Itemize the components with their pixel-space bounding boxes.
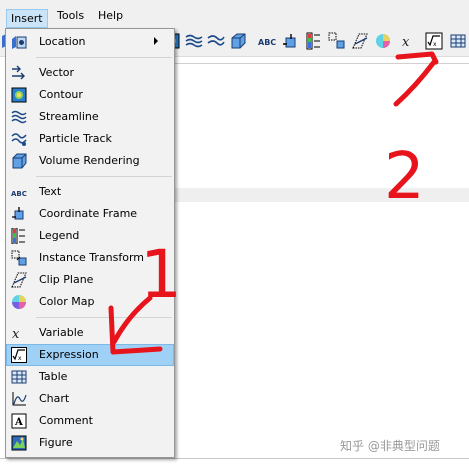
instance-transform-icon[interactable]: [328, 32, 346, 50]
legend-icon[interactable]: [305, 32, 323, 50]
menu-item-label: Color Map: [39, 295, 95, 308]
menu-tools[interactable]: Tools: [57, 9, 84, 22]
menu-item-label: Location: [39, 35, 86, 48]
svg-text:x: x: [12, 327, 20, 341]
menu-item-color-map[interactable]: Color Map: [6, 291, 174, 313]
menu-item-label: Particle Track: [39, 132, 112, 145]
menu-item-volume-rendering[interactable]: Volume Rendering: [6, 150, 174, 172]
comment-icon: A: [11, 413, 27, 429]
menu-item-table[interactable]: Table: [6, 366, 174, 388]
menu-item-coordinate-frame[interactable]: Coordinate Frame: [6, 203, 174, 225]
menu-item-label: Comment: [39, 414, 93, 427]
expression-icon[interactable]: x: [425, 32, 443, 50]
coordinate-frame-icon[interactable]: [282, 32, 300, 50]
menu-insert[interactable]: Insert: [6, 9, 48, 28]
menu-item-vector[interactable]: Vector: [6, 62, 174, 84]
svg-text:ABC: ABC: [11, 190, 27, 198]
menu-item-contour[interactable]: Contour: [6, 84, 174, 106]
contour-icon: [11, 87, 27, 103]
menu-item-label: Volume Rendering: [39, 154, 140, 167]
menu-item-clip-plane[interactable]: Clip Plane: [6, 269, 174, 291]
table-icon: [11, 370, 27, 384]
submenu-arrow-icon: [154, 37, 158, 45]
chart-icon: [12, 392, 27, 406]
svg-text:x: x: [18, 355, 22, 362]
menu-item-legend[interactable]: Legend: [6, 225, 174, 247]
menu-item-text[interactable]: ABC Text: [6, 181, 174, 203]
menu-item-figure[interactable]: Figure: [6, 432, 174, 454]
menu-separator: [36, 57, 172, 58]
text-icon[interactable]: ABC: [258, 32, 276, 50]
vector-icon: [12, 65, 25, 80]
menu-item-label: Contour: [39, 88, 83, 101]
menu-separator: [36, 317, 172, 318]
menu-item-label: Table: [39, 370, 68, 383]
coordinate-frame-icon: [12, 207, 24, 220]
menu-item-label: Vector: [39, 66, 75, 79]
watermark: 知乎 @非典型问题: [340, 439, 440, 453]
annotation-label-2: 2: [384, 140, 425, 214]
figure-icon: [11, 435, 27, 451]
selected-row-band: [174, 188, 469, 202]
instance-transform-icon: [11, 250, 27, 266]
menu-item-expression[interactable]: x Expression: [6, 344, 174, 366]
volume-rendering-icon[interactable]: [229, 32, 247, 50]
expression-icon: x: [11, 347, 27, 363]
streamline-icon: [11, 110, 27, 124]
svg-text:A: A: [14, 417, 23, 428]
clip-plane-icon: [11, 272, 27, 288]
menu-separator: [36, 176, 172, 177]
menu-item-label: Text: [39, 185, 62, 198]
menu-item-label: Clip Plane: [39, 273, 94, 286]
streamline-icon[interactable]: [185, 32, 203, 50]
color-map-icon[interactable]: [374, 32, 392, 50]
location-icon: [12, 36, 27, 49]
menu-item-variable[interactable]: x Variable: [6, 322, 174, 344]
menu-item-label: Coordinate Frame: [39, 207, 138, 220]
bottom-border: [0, 458, 469, 459]
menu-item-label: Figure: [39, 436, 73, 449]
variable-icon[interactable]: x: [401, 32, 419, 50]
menu-item-particle-track[interactable]: Particle Track: [6, 128, 174, 150]
variable-icon: x: [12, 327, 20, 341]
menu-item-instance-transform[interactable]: Instance Transform: [6, 247, 174, 269]
clip-plane-icon[interactable]: [351, 32, 369, 50]
menu-help[interactable]: Help: [98, 9, 123, 22]
legend-icon: [11, 228, 25, 244]
svg-text:ABC: ABC: [258, 38, 276, 47]
table-icon[interactable]: [449, 32, 467, 50]
svg-text:x: x: [433, 41, 437, 48]
annotation-arrow-2: [393, 51, 439, 107]
menu-item-label: Expression: [39, 348, 99, 361]
insert-menu: Location Vector Contour Streamline Parti…: [5, 28, 175, 458]
text-icon: ABC: [11, 190, 27, 198]
menu-item-label: Legend: [39, 229, 80, 242]
menu-item-chart[interactable]: Chart: [6, 388, 174, 410]
color-map-icon: [12, 295, 26, 309]
menu-item-label: Chart: [39, 392, 70, 405]
volume-rendering-icon: [12, 153, 27, 169]
menu-item-streamline[interactable]: Streamline: [6, 106, 174, 128]
menu-item-comment[interactable]: A Comment: [6, 410, 174, 432]
menu-item-label: Variable: [39, 326, 84, 339]
menu-item-location[interactable]: Location: [6, 31, 174, 53]
svg-text:x: x: [402, 35, 410, 50]
menu-item-label: Streamline: [39, 110, 99, 123]
menu-item-label: Instance Transform: [39, 251, 144, 264]
particle-track-icon: [11, 133, 27, 146]
pane-divider: [174, 63, 469, 64]
menu-bar: Insert Tools Help: [0, 0, 469, 28]
particle-track-icon[interactable]: [207, 32, 225, 50]
